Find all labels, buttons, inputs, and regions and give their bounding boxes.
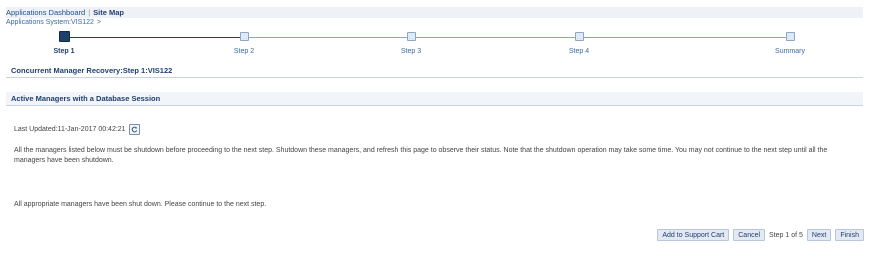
train-label-step-3[interactable]: Step 3 bbox=[401, 48, 421, 55]
finish-button[interactable]: Finish bbox=[835, 229, 864, 241]
train-node-step-1 bbox=[59, 31, 70, 42]
breadcrumb-system-link[interactable]: Applications System:VIS122 bbox=[6, 19, 94, 26]
section-header: Active Managers with a Database Session bbox=[6, 92, 863, 106]
train-label-summary[interactable]: Summary bbox=[775, 48, 805, 55]
train-connector-4 bbox=[579, 37, 790, 38]
step-indicator: Step 1 of 5 bbox=[769, 231, 803, 239]
train-node-step-2[interactable] bbox=[240, 32, 249, 41]
section-title: Active Managers with a Database Session bbox=[11, 94, 161, 103]
global-header: Applications Dashboard | Site Map bbox=[6, 7, 863, 18]
last-updated-text: Last Updated:11-Jan-2017 00:42:21 bbox=[14, 126, 126, 133]
add-to-support-cart-button[interactable]: Add to Support Cart bbox=[657, 229, 730, 241]
instructions-text: All the managers listed below must be sh… bbox=[14, 147, 828, 164]
cancel-button[interactable]: Cancel bbox=[733, 229, 766, 241]
train-connector-1 bbox=[64, 37, 244, 38]
breadcrumb-arrow: > bbox=[96, 19, 102, 26]
applications-dashboard-link[interactable]: Applications Dashboard bbox=[6, 8, 85, 17]
train-label-step-4[interactable]: Step 4 bbox=[569, 48, 589, 55]
breadcrumb: Applications System:VIS122 > bbox=[6, 19, 101, 26]
status-message: All appropriate managers have been shut … bbox=[14, 201, 267, 208]
train-connector-3 bbox=[411, 37, 579, 38]
last-updated-row: Last Updated:11-Jan-2017 00:42:21 bbox=[14, 124, 140, 135]
step-train: Step 1 Step 2 Step 3 Step 4 Summary bbox=[0, 28, 869, 60]
train-node-step-3[interactable] bbox=[407, 32, 416, 41]
title-divider bbox=[6, 77, 863, 78]
footer-actions: Add to Support Cart Cancel Step 1 of 5 N… bbox=[657, 229, 864, 241]
page-title: Concurrent Manager Recovery:Step 1:VIS12… bbox=[11, 66, 173, 75]
train-label-step-2[interactable]: Step 2 bbox=[234, 48, 254, 55]
train-label-step-1: Step 1 bbox=[53, 48, 75, 55]
site-map-link[interactable]: Site Map bbox=[93, 8, 124, 17]
next-button[interactable]: Next bbox=[806, 229, 832, 241]
refresh-icon[interactable] bbox=[128, 124, 140, 135]
train-connector-2 bbox=[244, 37, 411, 38]
header-separator: | bbox=[88, 8, 91, 17]
train-node-step-4[interactable] bbox=[575, 32, 584, 41]
train-node-summary[interactable] bbox=[786, 32, 795, 41]
